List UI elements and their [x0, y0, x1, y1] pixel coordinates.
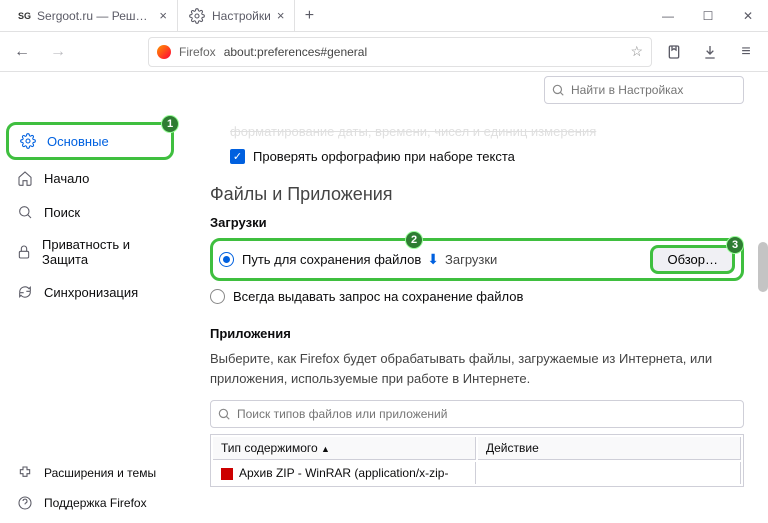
apps-heading: Приложения: [210, 326, 744, 341]
home-icon: [16, 169, 34, 187]
tab-settings[interactable]: Настройки ×: [178, 0, 295, 31]
download-arrow-icon: ⬇: [427, 251, 439, 268]
spellcheck-label: Проверять орфографию при наборе текста: [253, 149, 515, 164]
tab-title: Настройки: [212, 9, 271, 23]
search-icon: [217, 407, 231, 424]
section-heading-files: Файлы и Приложения: [210, 184, 744, 205]
scrollbar-thumb[interactable]: [758, 242, 768, 292]
applications-table: Тип содержимого ▲ Действие Архив ZIP - W…: [210, 434, 744, 487]
radio-label: Всегда выдавать запрос на сохранение фай…: [233, 289, 523, 304]
sidebar-item-label: Основные: [47, 134, 109, 149]
close-button[interactable]: ✕: [728, 0, 768, 32]
annotation-badge-3: 3: [726, 236, 744, 254]
download-path-row: Путь для сохранения файлов 2 ⬇ Загрузки …: [210, 238, 744, 281]
window-controls: — ☐ ✕: [648, 0, 768, 32]
app-menu-button[interactable]: ≡: [732, 38, 760, 66]
back-button[interactable]: ←: [8, 38, 36, 66]
tab-title: Sergoot.ru — Решение ваши...: [37, 9, 153, 23]
spellcheck-option[interactable]: ✓ Проверять орфографию при наборе текста: [230, 149, 744, 164]
firefox-icon: [157, 45, 171, 59]
minimize-button[interactable]: —: [648, 0, 688, 32]
sidebar-item-label: Приватность и Защита: [42, 237, 164, 267]
sort-asc-icon: ▲: [321, 444, 330, 454]
tab-strip: SG Sergoot.ru — Решение ваши... × Настро…: [0, 0, 648, 31]
sidebar-item-sync[interactable]: Синхронизация: [6, 276, 174, 308]
puzzle-icon: [16, 464, 34, 482]
url-bar[interactable]: Firefox about:preferences#general ☆: [148, 37, 652, 67]
file-type-icon: [221, 468, 233, 480]
radio-label: Путь для сохранения файлов: [242, 252, 421, 267]
sidebar-item-label: Синхронизация: [44, 285, 138, 300]
gear-icon: [188, 7, 206, 25]
close-icon[interactable]: ×: [277, 8, 285, 23]
table-row[interactable]: Архив ZIP - WinRAR (application/x-zip-: [213, 462, 741, 484]
sidebar: Основные 1 Начало Поиск Приватность и За…: [0, 72, 180, 523]
settings-search-input[interactable]: [544, 76, 744, 104]
downloads-heading: Загрузки: [210, 215, 744, 230]
lock-icon: [16, 243, 32, 261]
col-content-type[interactable]: Тип содержимого ▲: [213, 437, 476, 460]
settings-search[interactable]: [544, 76, 744, 104]
apps-filter-input[interactable]: [210, 400, 744, 428]
url-text: about:preferences#general: [224, 45, 623, 59]
truncated-option: форматирование даты, времени, чисел и ед…: [230, 124, 744, 139]
download-folder-label: Загрузки: [445, 252, 497, 267]
sidebar-item-label: Начало: [44, 171, 89, 186]
downloads-button[interactable]: [696, 38, 724, 66]
site-icon: SG: [18, 7, 31, 25]
radio-save-path[interactable]: Путь для сохранения файлов: [219, 252, 421, 267]
forward-button[interactable]: →: [44, 38, 72, 66]
apps-description: Выберите, как Firefox будет обрабатывать…: [210, 349, 744, 388]
col-action[interactable]: Действие: [478, 437, 741, 460]
main-panel: форматирование даты, времени, чисел и ед…: [180, 72, 768, 523]
identity-label: Firefox: [179, 45, 216, 59]
sidebar-item-label: Поиск: [44, 205, 80, 220]
sidebar-item-home[interactable]: Начало: [6, 162, 174, 194]
toolbar: ← → Firefox about:preferences#general ☆ …: [0, 32, 768, 72]
download-folder-display: ⬇ Загрузки: [427, 251, 644, 268]
new-tab-button[interactable]: +: [295, 0, 323, 31]
save-page-button[interactable]: [660, 38, 688, 66]
checkbox-checked-icon[interactable]: ✓: [230, 149, 245, 164]
search-icon: [16, 203, 34, 221]
tab-sergoot[interactable]: SG Sergoot.ru — Решение ваши... ×: [8, 0, 178, 31]
sidebar-item-label: Поддержка Firefox: [44, 496, 147, 510]
sidebar-item-support[interactable]: Поддержка Firefox: [6, 489, 174, 517]
radio-always-ask[interactable]: Всегда выдавать запрос на сохранение фай…: [210, 289, 744, 304]
annotation-badge-1: 1: [161, 115, 179, 133]
help-icon: [16, 494, 34, 512]
bookmark-star-icon[interactable]: ☆: [630, 43, 643, 60]
sidebar-item-general[interactable]: Основные 1: [6, 122, 174, 160]
gear-icon: [19, 132, 37, 150]
sidebar-item-privacy[interactable]: Приватность и Защита: [6, 230, 174, 274]
sidebar-item-search[interactable]: Поиск: [6, 196, 174, 228]
close-icon[interactable]: ×: [159, 8, 167, 23]
browse-button[interactable]: Обзор… 3: [650, 245, 735, 274]
sidebar-item-label: Расширения и темы: [44, 466, 156, 480]
sidebar-item-extensions[interactable]: Расширения и темы: [6, 459, 174, 487]
radio-selected-icon[interactable]: [219, 252, 234, 267]
search-icon: [551, 83, 565, 100]
annotation-badge-2: 2: [405, 231, 423, 249]
maximize-button[interactable]: ☐: [688, 0, 728, 32]
radio-unselected-icon[interactable]: [210, 289, 225, 304]
sync-icon: [16, 283, 34, 301]
titlebar: SG Sergoot.ru — Решение ваши... × Настро…: [0, 0, 768, 32]
